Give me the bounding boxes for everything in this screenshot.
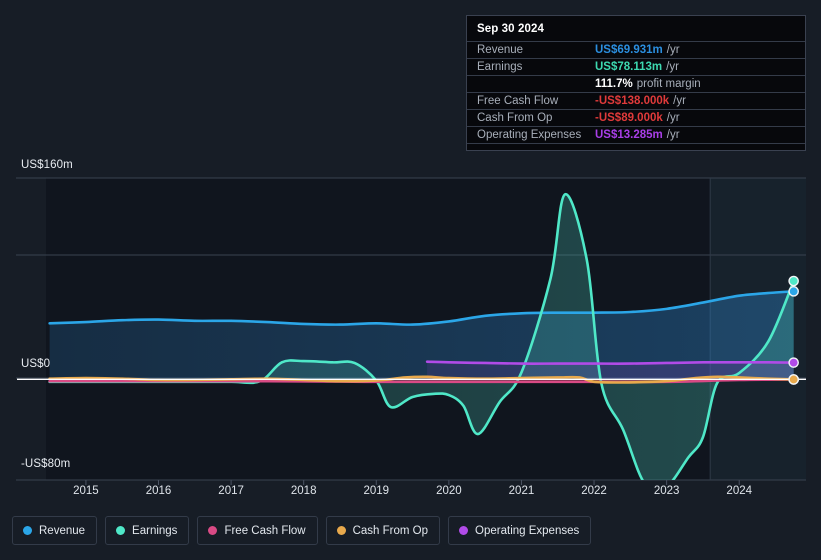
tooltip-row-unit: profit margin [636,78,701,90]
endpoint-revenue [788,286,799,297]
tooltip-row-value: US$13.285m [595,129,663,141]
x-tick-2018: 2018 [290,485,317,497]
tooltip-row-unit: /yr [666,44,680,56]
legend-color-dot [459,526,469,535]
legend-color-dot [116,526,126,535]
y-axis-label-zero: US$0 [21,358,51,370]
x-tick-2022: 2022 [581,485,607,497]
x-tick-2016: 2016 [145,485,172,497]
tooltip-row-label: Revenue [477,44,524,56]
legend-item-operating-expenses[interactable]: Operating Expenses [448,516,592,545]
y-axis-label-bottom: -US$80m [21,458,71,470]
data-tooltip: Sep 30 2024 Revenue US$69.931m/yr Earnings… [466,15,806,151]
tooltip-date: Sep 30 2024 [477,23,544,35]
tooltip-row-label: Free Cash Flow [477,95,559,107]
legend-item-earnings[interactable]: Earnings [105,516,190,545]
x-tick-2020: 2020 [436,485,462,497]
tooltip-row-unit: /yr [666,112,680,124]
legend-color-dot [208,526,218,535]
tooltip-row-cash-from-op: Cash From Op -US$89.000k/yr [467,109,805,126]
x-tick-2021: 2021 [508,485,535,497]
legend-color-dot [336,526,346,535]
tooltip-row-label: Operating Expenses [477,129,582,141]
endpoint-earnings [788,275,799,287]
x-tick-2024: 2024 [726,485,753,497]
legend-color-dot [23,526,32,535]
endpoint-operating-expenses [788,357,799,368]
tooltip-row-value: -US$89.000k [595,112,663,124]
legend-item-revenue[interactable]: Revenue [12,516,98,545]
tooltip-row-free-cash-flow: Free Cash Flow -US$138.000k/yr [467,92,805,109]
tooltip-row-value: US$78.113m [595,61,663,73]
tooltip-row-label: Earnings [477,61,523,73]
y-axis-label-top: US$160m [21,159,73,171]
endpoint-cash-from-op [788,374,799,385]
x-tick-2023: 2023 [653,485,680,497]
tooltip-row-unit: /yr [666,129,680,141]
legend-item-free-cash-flow[interactable]: Free Cash Flow [197,516,318,545]
tooltip-row-revenue: Revenue US$69.931m/yr [467,41,805,58]
legend-label: Revenue [39,524,86,537]
legend-label: Cash From Op [352,524,429,537]
tooltip-row-label: Cash From Op [477,112,553,124]
tooltip-row-earnings: Earnings US$78.113m/yr [467,58,805,75]
legend-label: Free Cash Flow [224,524,306,537]
tooltip-row-profit-margin: 111.7% profit margin [467,75,805,92]
tooltip-row-unit: /yr [666,61,679,73]
x-tick-2015: 2015 [73,485,99,497]
tooltip-row-operating-expenses: Operating Expenses US$13.285m/yr [467,126,805,143]
legend-label: Earnings [132,524,178,537]
x-tick-2019: 2019 [363,485,390,497]
legend-label: Operating Expenses [475,524,580,537]
financial-performance-chart: US$160m US$0 -US$80m 2015 2016 2017 2018 201… [0,0,821,560]
tooltip-row-value: US$69.931m [595,44,663,56]
tooltip-row-value: 111.7% [595,78,633,90]
tooltip-row-unit: /yr [673,95,686,107]
tooltip-row-value: -US$138.000k [595,95,670,107]
legend-item-cash-from-op[interactable]: Cash From Op [325,516,441,545]
tooltip-bottom-divider [467,143,805,150]
tooltip-rows: Revenue US$69.931m/yr Earnings US$78.113m/y… [467,41,805,143]
x-tick-2017: 2017 [218,485,244,497]
chart-legend: Revenue Earnings Free Cash Flow Cash From O… [12,516,592,545]
